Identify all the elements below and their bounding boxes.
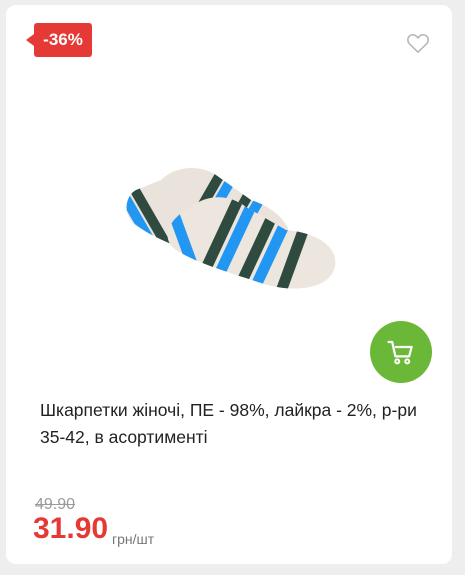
favorite-button[interactable] [405,30,431,56]
product-title[interactable]: Шкарпетки жіночі, ПЕ - 98%, лайкра - 2%,… [40,397,430,451]
add-to-cart-button[interactable] [370,321,432,383]
discount-badge: -36% [26,23,92,57]
heart-icon [407,33,429,53]
product-image[interactable] [116,155,356,295]
current-price: 31.90 [33,512,109,545]
price-unit: грн/шт [112,531,155,547]
cart-icon [387,340,413,365]
product-card[interactable]: -36% Шкарпетки жіночі, ПЕ - 98%, лайкра … [6,5,452,564]
